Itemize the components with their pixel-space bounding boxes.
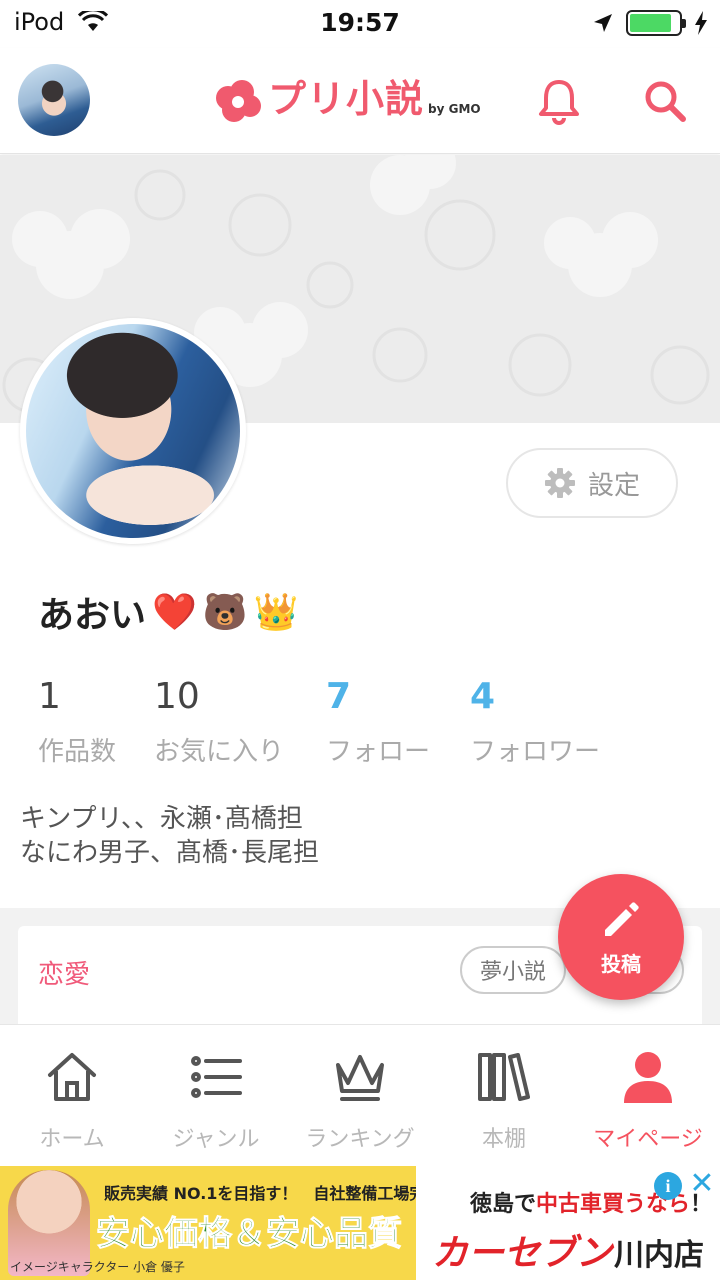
ad-line3: イメージキャラクター 小倉 優子 (10, 1260, 185, 1274)
username: あおい ❤️ 🐻 👑 (38, 586, 299, 638)
work-genre: 恋愛 (38, 960, 91, 990)
settings-button[interactable]: 設定 (506, 448, 678, 518)
bookshelf-icon (478, 1053, 530, 1101)
stat-favorites-label: お気に入り (154, 737, 285, 767)
work-tag[interactable]: 夢小説 (460, 946, 566, 994)
profile-bio: キンプリ、、永瀬･髙橋担 なにわ男子、髙橋･長尾担 (20, 802, 319, 870)
battery-icon (626, 10, 686, 36)
tab-bookshelf[interactable]: 本棚 (432, 1025, 576, 1167)
location-icon (594, 14, 612, 32)
pencil-icon (605, 901, 639, 936)
logo-by: by GMO (428, 102, 481, 116)
ad-line1: 販売実績 NO.1を目指す！ 自社整備工場完備 (104, 1184, 416, 1203)
post-button-label: 投稿 (601, 951, 641, 976)
app-header: プリ小説 by GMO (0, 48, 720, 154)
stat-works[interactable]: 1 作品数 (38, 676, 116, 768)
profile-photo (26, 324, 240, 538)
stat-following[interactable]: 7 フォロー (326, 676, 430, 768)
stat-works-count: 1 (38, 676, 61, 717)
status-bar: iPod 19:57 (0, 0, 720, 48)
bottom-tab-bar: ホーム ジャンル ランキング 本棚 マイページ (0, 1024, 720, 1166)
logo-text: プリ小説 (268, 77, 425, 121)
ad-tagline-prefix: 徳島で (470, 1192, 537, 1217)
tab-genre[interactable]: ジャンル (144, 1025, 288, 1167)
tab-mypage[interactable]: マイページ (576, 1025, 720, 1167)
tab-bookshelf-label: 本棚 (481, 1127, 526, 1152)
ad-line2: 安心価格＆安心品質 (96, 1214, 403, 1255)
tab-ranking[interactable]: ランキング (288, 1025, 432, 1167)
tab-home[interactable]: ホーム (0, 1025, 144, 1167)
settings-label: 設定 (587, 470, 640, 501)
person-icon (624, 1052, 672, 1103)
bell-icon[interactable] (534, 76, 584, 126)
stat-works-label: 作品数 (38, 737, 117, 767)
crown-emoji-icon: 👑 (253, 592, 299, 633)
status-right (592, 10, 708, 36)
post-button[interactable]: 投稿 (558, 874, 684, 1000)
stat-following-count: 7 (326, 676, 352, 717)
heart-emoji-icon: ❤️ (152, 592, 197, 633)
tab-genre-label: ジャンル (172, 1127, 260, 1152)
app-logo[interactable]: プリ小説 by GMO (212, 72, 481, 126)
home-icon (48, 1053, 96, 1101)
battery-level (630, 14, 671, 32)
ad-close-icon[interactable]: ✕ (688, 1169, 716, 1199)
stat-followers-label: フォロワー (470, 737, 601, 767)
search-icon[interactable] (640, 76, 690, 126)
tab-home-label: ホーム (39, 1127, 105, 1152)
profile-avatar[interactable] (20, 318, 246, 544)
stat-following-label: フォロー (326, 737, 431, 767)
tab-ranking-label: ランキング (305, 1127, 415, 1152)
charging-icon (695, 11, 707, 35)
username-text: あおい (38, 595, 147, 636)
stat-favorites[interactable]: 10 お気に入り (154, 676, 284, 768)
bio-line: なにわ男子、髙橋･長尾担 (20, 838, 320, 868)
ad-banner[interactable]: 販売実績 NO.1を目指す！ 自社整備工場完備 安心価格＆安心品質 イメージキャ… (0, 1166, 720, 1280)
crown-icon (336, 1055, 384, 1101)
tab-mypage-label: マイページ (593, 1127, 703, 1152)
ad-left-panel: 販売実績 NO.1を目指す！ 自社整備工場完備 安心価格＆安心品質 イメージキャ… (0, 1166, 416, 1280)
ad-info-icon[interactable]: i (654, 1172, 682, 1200)
logo-flower-icon (216, 80, 261, 122)
ad-brand: カーセブン (432, 1233, 613, 1274)
gear-icon (544, 468, 575, 498)
stat-favorites-count: 10 (154, 676, 200, 717)
ad-store: 川内店 (614, 1238, 704, 1273)
bear-emoji-icon: 🐻 (202, 592, 248, 633)
bio-line: キンプリ、、永瀬･髙橋担 (20, 804, 303, 834)
list-icon (191, 1056, 242, 1098)
stat-followers[interactable]: 4 フォロワー (470, 676, 600, 768)
header-avatar[interactable] (18, 64, 90, 136)
stat-followers-count: 4 (470, 676, 496, 717)
